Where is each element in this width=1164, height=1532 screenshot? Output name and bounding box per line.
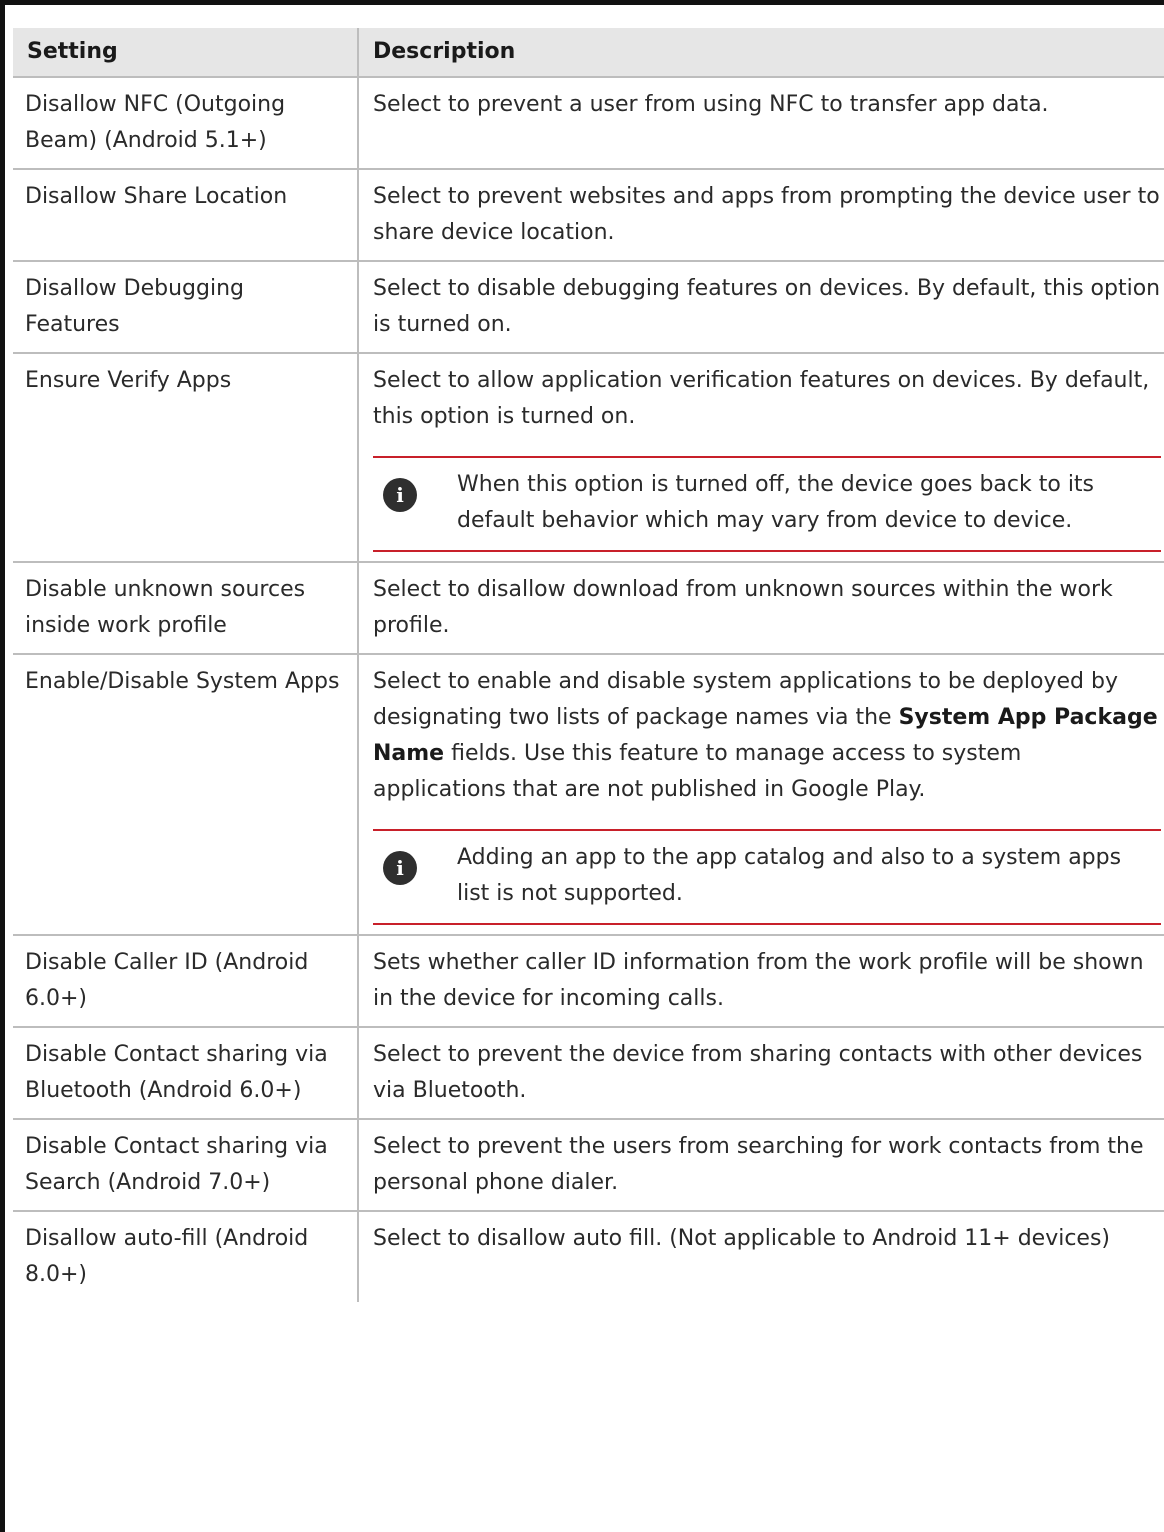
- setting-description: Select to prevent the users from searchi…: [358, 1119, 1164, 1212]
- note-text: Adding an app to the app catalog and als…: [457, 845, 1122, 906]
- setting-description: Sets whether caller ID information from …: [358, 935, 1164, 1028]
- table-row: Disallow Share Location Select to preven…: [13, 169, 1164, 262]
- setting-name: Disallow NFC (Outgoing Beam) (Android 5.…: [13, 77, 359, 170]
- info-icon: i: [383, 478, 417, 512]
- table-row: Disable unknown sources inside work prof…: [13, 562, 1164, 655]
- table-row: Disallow Debugging Features Select to di…: [13, 261, 1164, 354]
- table-row: Enable/Disable System Apps Select to ena…: [13, 654, 1164, 936]
- setting-name: Disable Contact sharing via Search (Andr…: [13, 1119, 359, 1212]
- setting-description: Select to disallow auto fill. (Not appli…: [373, 1226, 1110, 1251]
- setting-description: Select to disable debugging features on …: [358, 261, 1164, 354]
- setting-description: Select to allow application verification…: [373, 368, 1150, 429]
- settings-table: Setting Description Disallow NFC (Outgoi…: [13, 28, 1164, 1302]
- setting-name: Disallow Debugging Features: [13, 261, 359, 354]
- setting-name: Enable/Disable System Apps: [13, 654, 359, 936]
- table-row: Ensure Verify Apps Select to allow appli…: [13, 353, 1164, 563]
- setting-name: Disable Contact sharing via Bluetooth (A…: [13, 1027, 359, 1120]
- setting-name: Ensure Verify Apps: [13, 353, 359, 563]
- setting-description: Select to prevent a user from using NFC …: [358, 77, 1164, 170]
- setting-name: Disallow auto-fill (Android 8.0+): [13, 1211, 359, 1302]
- setting-description-cell: Select to allow application verification…: [358, 353, 1164, 563]
- setting-description-cell: Select to enable and disable system appl…: [358, 654, 1164, 936]
- info-icon: i: [383, 851, 417, 885]
- document-page: Setting Description Disallow NFC (Outgoi…: [0, 0, 1164, 1532]
- setting-name: Disallow Share Location: [13, 169, 359, 262]
- note-box: i Adding an app to the app catalog and a…: [373, 829, 1161, 925]
- setting-name: Disable unknown sources inside work prof…: [13, 562, 359, 655]
- table-row: Disable Contact sharing via Search (Andr…: [13, 1119, 1164, 1212]
- table-row: Disallow NFC (Outgoing Beam) (Android 5.…: [13, 77, 1164, 170]
- setting-description: Select to disallow download from unknown…: [358, 562, 1164, 655]
- table-row: Disable Contact sharing via Bluetooth (A…: [13, 1027, 1164, 1120]
- setting-description: Select to prevent websites and apps from…: [358, 169, 1164, 262]
- note-box: i When this option is turned off, the de…: [373, 456, 1161, 552]
- note-text: When this option is turned off, the devi…: [457, 472, 1095, 533]
- header-setting: Setting: [13, 28, 359, 78]
- header-description: Description: [358, 28, 1164, 78]
- table-row: Disallow auto-fill (Android 8.0+) Select…: [13, 1211, 1164, 1302]
- setting-description: Select to prevent the device from sharin…: [358, 1027, 1164, 1120]
- setting-description-after: fields. Use this feature to manage acces…: [373, 741, 1022, 802]
- table-row: Disable Caller ID (Android 6.0+) Sets wh…: [13, 935, 1164, 1028]
- setting-name: Disable Caller ID (Android 6.0+): [13, 935, 359, 1028]
- table-header-row: Setting Description: [13, 28, 1164, 78]
